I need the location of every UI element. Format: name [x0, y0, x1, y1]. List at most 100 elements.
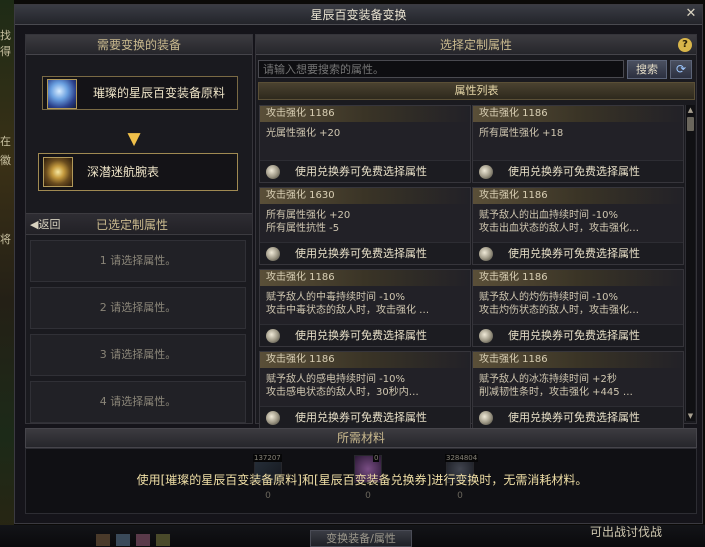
scroll-down-icon[interactable]: ▼	[686, 411, 695, 421]
attribute-card[interactable]: 攻击强化 1186 所有属性强化 +18 使用兑换券可免费选择属性	[472, 105, 684, 183]
material-owned-count: 0	[373, 454, 380, 462]
card-attribute-line: 攻击灼伤状态的敌人时，攻击强化…	[479, 305, 639, 316]
card-attribute-line: 光属性强化 +20	[266, 128, 341, 139]
target-equipment-slot[interactable]: 深潜迷航腕表	[38, 153, 238, 191]
game-background-left	[0, 0, 14, 547]
materials-panel: 137207 0 0 0 3284804 0 使用[璀璨的星辰百变装备原料]和[…	[25, 448, 697, 514]
materials-header: 所需材料	[25, 428, 697, 448]
target-equipment-label: 深潜迷航腕表	[87, 165, 160, 179]
attribute-card[interactable]: 攻击强化 1186 赋予敌人的灼伤持续时间 -10% 攻击灼伤状态的敌人时，攻击…	[472, 269, 684, 347]
window-titlebar[interactable]: 星辰百变装备变换 ✕	[15, 5, 702, 25]
attribute-card[interactable]: 攻击强化 1630 所有属性强化 +20 所有属性抗性 -5 使用兑换券可免费选…	[259, 187, 471, 265]
coupon-hint-text: 使用兑换券可免费选择属性	[508, 411, 640, 424]
coupon-hint: 使用兑换券可免费选择属性	[260, 242, 470, 264]
background-text: 得	[0, 45, 11, 58]
equipment-panel: 需要变换的装备 璀璨的星辰百变装备原料 ▼ 深潜迷航腕表 ◀返回 已选定制属性 …	[25, 34, 253, 424]
coupon-hint-text: 使用兑换券可免费选择属性	[295, 411, 427, 424]
material-required-count: 0	[457, 491, 463, 501]
coupon-hint-text: 使用兑换券可免费选择属性	[295, 329, 427, 342]
taskbar-skill-icon[interactable]	[116, 534, 130, 546]
coupon-hint: 使用兑换券可免费选择属性	[260, 324, 470, 346]
wristwatch-icon	[43, 157, 73, 187]
attribute-list-scrollbar[interactable]: ▲ ▼	[685, 105, 695, 421]
card-title: 攻击强化 1186	[473, 106, 683, 122]
equipment-panel-header: 需要变换的装备	[26, 35, 252, 55]
transform-equipment-button[interactable]: 变换装备/属性	[310, 530, 412, 547]
attribute-card[interactable]: 攻击强化 1186 赋予敌人的冰冻持续时间 +2秒 削减韧性条时，攻击强化 +4…	[472, 351, 684, 429]
attribute-panel-header: 选择定制属性	[256, 35, 696, 55]
coupon-icon	[479, 165, 493, 179]
attribute-selection-slot[interactable]: 1 请选择属性。	[30, 240, 246, 282]
taskbar-skill-icon[interactable]	[136, 534, 150, 546]
material-required-count: 0	[365, 491, 371, 501]
background-text: 徽	[0, 154, 11, 167]
attribute-search-input[interactable]	[258, 60, 624, 78]
card-attribute-line: 削减韧性条时，攻击强化 +445 …	[479, 387, 633, 398]
coupon-icon	[479, 411, 493, 425]
card-attribute-line: 所有属性强化 +18	[479, 128, 564, 139]
card-title: 攻击强化 1186	[260, 352, 470, 368]
coupon-hint: 使用兑换券可免费选择属性	[473, 406, 683, 428]
coupon-hint: 使用兑换券可免费选择属性	[473, 242, 683, 264]
coupon-hint: 使用兑换券可免费选择属性	[473, 160, 683, 182]
scroll-thumb[interactable]	[687, 117, 694, 131]
coupon-icon	[266, 329, 280, 343]
card-title: 攻击强化 1186	[260, 270, 470, 286]
coupon-icon	[479, 329, 493, 343]
card-attribute-line: 攻击中毒状态的敌人时，攻击强化 …	[266, 305, 430, 316]
scroll-up-icon[interactable]: ▲	[686, 105, 695, 115]
attribute-card[interactable]: 攻击强化 1186 赋予敌人的感电持续时间 -10% 攻击感电状态的敌人时，30…	[259, 351, 471, 429]
attribute-selection-slot[interactable]: 3 请选择属性。	[30, 334, 246, 376]
attribute-list-header: 属性列表	[258, 82, 695, 100]
coupon-hint: 使用兑换券可免费选择属性	[260, 160, 470, 182]
close-icon[interactable]: ✕	[683, 6, 699, 22]
coupon-hint-text: 使用兑换券可免费选择属性	[295, 247, 427, 260]
coupon-hint: 使用兑换券可免费选择属性	[260, 406, 470, 428]
attribute-selection-slot[interactable]: 4 请选择属性。	[30, 381, 246, 423]
selected-attributes-title: 已选定制属性	[96, 218, 169, 232]
attribute-panel: 选择定制属性 ? 搜索 ⟳ 属性列表 攻击强化 1186 光属性强化 +20 使…	[255, 34, 697, 429]
material-owned-count: 137207	[253, 454, 282, 462]
material-slot-label: 璀璨的星辰百变装备原料	[93, 86, 226, 100]
coupon-icon	[266, 411, 280, 425]
attribute-selection-slot[interactable]: 2 请选择属性。	[30, 287, 246, 329]
back-button[interactable]: ◀返回	[30, 214, 60, 236]
coupon-hint-text: 使用兑换券可免费选择属性	[508, 329, 640, 342]
material-crystal-icon	[47, 79, 77, 109]
background-text: 找	[0, 29, 11, 42]
card-title: 攻击强化 1186	[260, 106, 470, 122]
refresh-icon[interactable]: ⟳	[670, 60, 692, 79]
material-required-count: 0	[265, 491, 271, 501]
attribute-card[interactable]: 攻击强化 1186 赋予敌人的出血持续时间 -10% 攻击出血状态的敌人时，攻击…	[472, 187, 684, 265]
selected-attributes-header: ◀返回 已选定制属性	[26, 213, 252, 235]
search-button[interactable]: 搜索	[627, 60, 667, 79]
background-text: 在	[0, 135, 11, 148]
taskbar-skill-icon[interactable]	[156, 534, 170, 546]
coupon-hint: 使用兑换券可免费选择属性	[473, 324, 683, 346]
help-icon[interactable]: ?	[678, 38, 692, 52]
card-title: 攻击强化 1186	[473, 270, 683, 286]
material-owned-count: 3284804	[445, 454, 479, 462]
coupon-hint-text: 使用兑换券可免费选择属性	[295, 165, 427, 178]
materials-notice: 使用[璀璨的星辰百变装备原料]和[星辰百变装备兑换券]进行变换时，无需消耗材料。	[136, 473, 588, 487]
battle-status-text: 可出战讨伐战	[590, 525, 663, 539]
coupon-hint-text: 使用兑换券可免费选择属性	[508, 247, 640, 260]
attribute-card[interactable]: 攻击强化 1186 光属性强化 +20 使用兑换券可免费选择属性	[259, 105, 471, 183]
taskbar-skill-icon[interactable]	[96, 534, 110, 546]
card-title: 攻击强化 1186	[473, 352, 683, 368]
card-attribute-line: 攻击出血状态的敌人时，攻击强化…	[479, 223, 639, 234]
coupon-icon	[266, 165, 280, 179]
equipment-transform-window: 星辰百变装备变换 ✕ 需要变换的装备 璀璨的星辰百变装备原料 ▼ 深潜迷航腕表 …	[14, 4, 703, 524]
material-slot[interactable]: 璀璨的星辰百变装备原料	[42, 76, 238, 110]
coupon-icon	[266, 247, 280, 261]
arrow-down-icon: ▼	[127, 129, 141, 149]
coupon-icon	[479, 247, 493, 261]
window-title: 星辰百变装备变换	[310, 8, 407, 22]
background-text: 将	[0, 233, 11, 246]
card-title: 攻击强化 1630	[260, 188, 470, 204]
card-attribute-line: 所有属性抗性 -5	[266, 223, 340, 234]
card-title: 攻击强化 1186	[473, 188, 683, 204]
attribute-card[interactable]: 攻击强化 1186 赋予敌人的中毒持续时间 -10% 攻击中毒状态的敌人时，攻击…	[259, 269, 471, 347]
coupon-hint-text: 使用兑换券可免费选择属性	[508, 165, 640, 178]
card-attribute-line: 攻击感电状态的敌人时，30秒内…	[266, 387, 419, 398]
